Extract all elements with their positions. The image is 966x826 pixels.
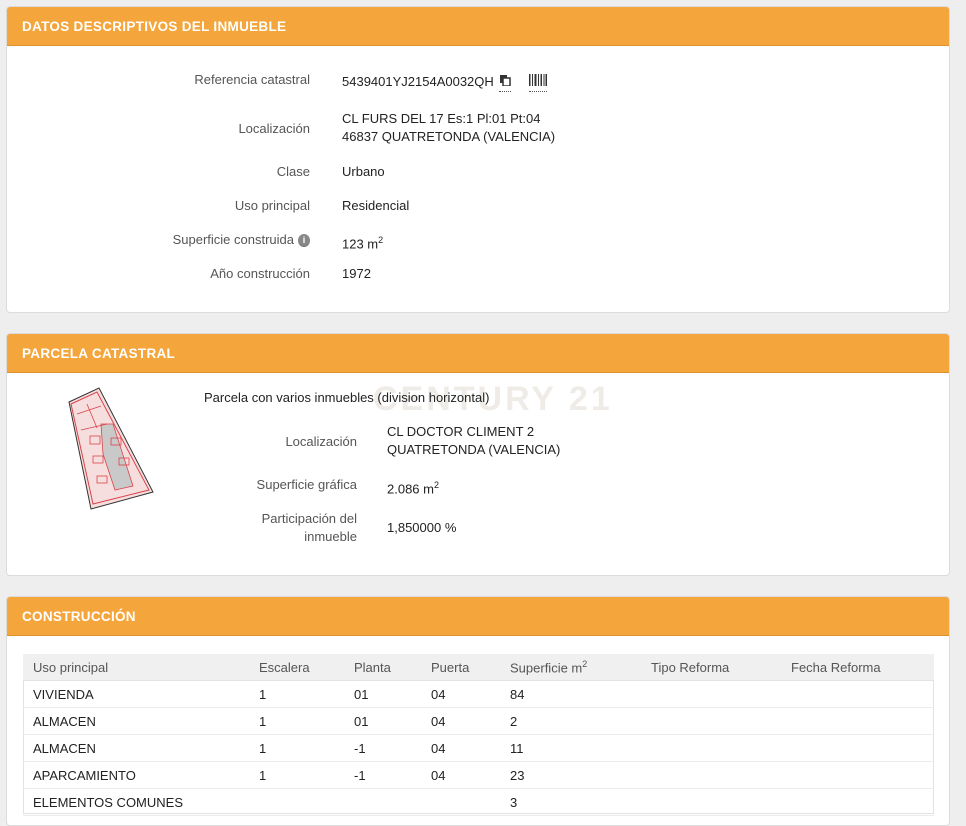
loc-line2: 46837 QUATRETONDA (VALENCIA) [342, 129, 556, 144]
uso-value: Residencial [342, 198, 410, 213]
cell: ELEMENTOS COMUNES [23, 788, 249, 816]
col-fecha-reforma[interactable]: Fecha Reforma [781, 654, 934, 681]
construccion-panel: CONSTRUCCIÓN Uso principal Escalera Plan… [6, 596, 950, 826]
sup-value: 123 m [342, 236, 379, 252]
cell [641, 680, 781, 708]
anio-label: Año construcción [210, 266, 310, 281]
parcela-loc-label: Localización [285, 434, 357, 449]
datos-title: DATOS DESCRIPTIVOS DEL INMUEBLE [7, 7, 949, 46]
ref-number: 5439401YJ2154A0032QH [342, 74, 494, 89]
parcela-part-label: Participación del inmueble [262, 510, 357, 546]
parcela-title: PARCELA CATASTRAL [7, 334, 949, 373]
col-superficie[interactable]: Superficie m2 [500, 654, 641, 681]
barcode-icon[interactable] [529, 73, 548, 92]
cell: ALMACEN [23, 734, 249, 762]
table-row: VIVIENDA 1 01 04 84 [23, 680, 934, 708]
cell: VIVIENDA [23, 680, 249, 708]
cell [344, 788, 421, 816]
parcela-loc-line2: QUATRETONDA (VALENCIA) [387, 442, 561, 457]
col-uso[interactable]: Uso principal [23, 654, 249, 681]
cell: 04 [421, 734, 500, 762]
construccion-table: Uso principal Escalera Planta Puerta Sup… [23, 654, 934, 816]
cell: 01 [344, 707, 421, 735]
cell [641, 734, 781, 762]
cell: 1 [249, 761, 344, 789]
table-row: ALMACEN 1 01 04 2 [23, 707, 934, 735]
cell: ALMACEN [23, 707, 249, 735]
parcela-loc-line1: CL DOCTOR CLIMENT 2 [387, 424, 535, 439]
cell: 1 [249, 680, 344, 708]
cell [421, 788, 500, 816]
col-puerta[interactable]: Puerta [421, 654, 500, 681]
parcela-sup-wrap: 2.086 m2 [387, 476, 439, 498]
cell: 1 [249, 707, 344, 735]
ref-label: Referencia catastral [194, 72, 310, 87]
cell: 01 [344, 680, 421, 708]
sup-unit-exp: 2 [378, 235, 384, 245]
sup-label-wrap: Superficie construida i [173, 232, 310, 247]
uso-label: Uso principal [234, 198, 310, 213]
cell: 3 [500, 788, 641, 816]
cell: 84 [500, 680, 641, 708]
cell [249, 788, 344, 816]
cell [641, 707, 781, 735]
col-escalera[interactable]: Escalera [249, 654, 344, 681]
cell: APARCAMIENTO [23, 761, 249, 789]
cell [781, 707, 934, 735]
cell: 04 [421, 680, 500, 708]
ref-value: 5439401YJ2154A0032QH [342, 73, 548, 92]
cell [641, 761, 781, 789]
parcela-sup-label: Superficie gráfica [256, 477, 357, 492]
cell: 1 [249, 734, 344, 762]
construccion-title: CONSTRUCCIÓN [7, 597, 949, 636]
parcela-desc: Parcela con varios inmuebles (division h… [204, 390, 490, 405]
copy-icon[interactable] [499, 73, 512, 92]
table-header-row: Uso principal Escalera Planta Puerta Sup… [23, 654, 934, 681]
loc-label: Localización [238, 121, 310, 136]
loc-line1: CL FURS DEL 17 Es:1 Pl:01 Pt:04 [342, 111, 541, 126]
parcel-map[interactable] [63, 384, 159, 513]
parcela-part-value: 1,850000 % [387, 520, 457, 535]
info-icon[interactable]: i [298, 234, 310, 247]
clase-value: Urbano [342, 164, 385, 179]
table-row: ALMACEN 1 -1 04 11 [23, 734, 934, 762]
cell [781, 734, 934, 762]
parcela-sup-value: 2.086 m [387, 481, 434, 497]
anio-value: 1972 [342, 266, 371, 281]
cell: -1 [344, 734, 421, 762]
table-row: ELEMENTOS COMUNES 3 [23, 788, 934, 816]
col-superficie-exp: 2 [582, 658, 588, 669]
col-tipo-reforma[interactable]: Tipo Reforma [641, 654, 781, 681]
cell [781, 788, 934, 816]
datos-panel: DATOS DESCRIPTIVOS DEL INMUEBLE Referenc… [6, 6, 950, 313]
loc-value: CL FURS DEL 17 Es:1 Pl:01 Pt:04 46837 QU… [342, 110, 555, 146]
cell: 04 [421, 707, 500, 735]
sup-label: Superficie construida [172, 232, 294, 247]
cell: 2 [500, 707, 641, 735]
parcela-part-label-1: Participación del [261, 511, 357, 526]
parcela-panel: PARCELA CATASTRAL CENTURY 21 Parcela con… [6, 333, 950, 576]
cell [781, 761, 934, 789]
cell: 23 [500, 761, 641, 789]
clase-label: Clase [276, 164, 310, 179]
cell: 04 [421, 761, 500, 789]
cell: 11 [500, 734, 641, 762]
cell [781, 680, 934, 708]
sup-value-wrap: 123 m2 [342, 231, 383, 253]
col-planta[interactable]: Planta [344, 654, 421, 681]
col-superficie-label: Superficie m [510, 660, 583, 676]
parcela-part-label-2: inmueble [304, 529, 357, 544]
cell [641, 788, 781, 816]
cell: -1 [344, 761, 421, 789]
parcela-sup-exp: 2 [433, 480, 439, 490]
parcela-loc-value: CL DOCTOR CLIMENT 2 QUATRETONDA (VALENCI… [387, 423, 560, 459]
table-row: APARCAMIENTO 1 -1 04 23 [23, 761, 934, 789]
